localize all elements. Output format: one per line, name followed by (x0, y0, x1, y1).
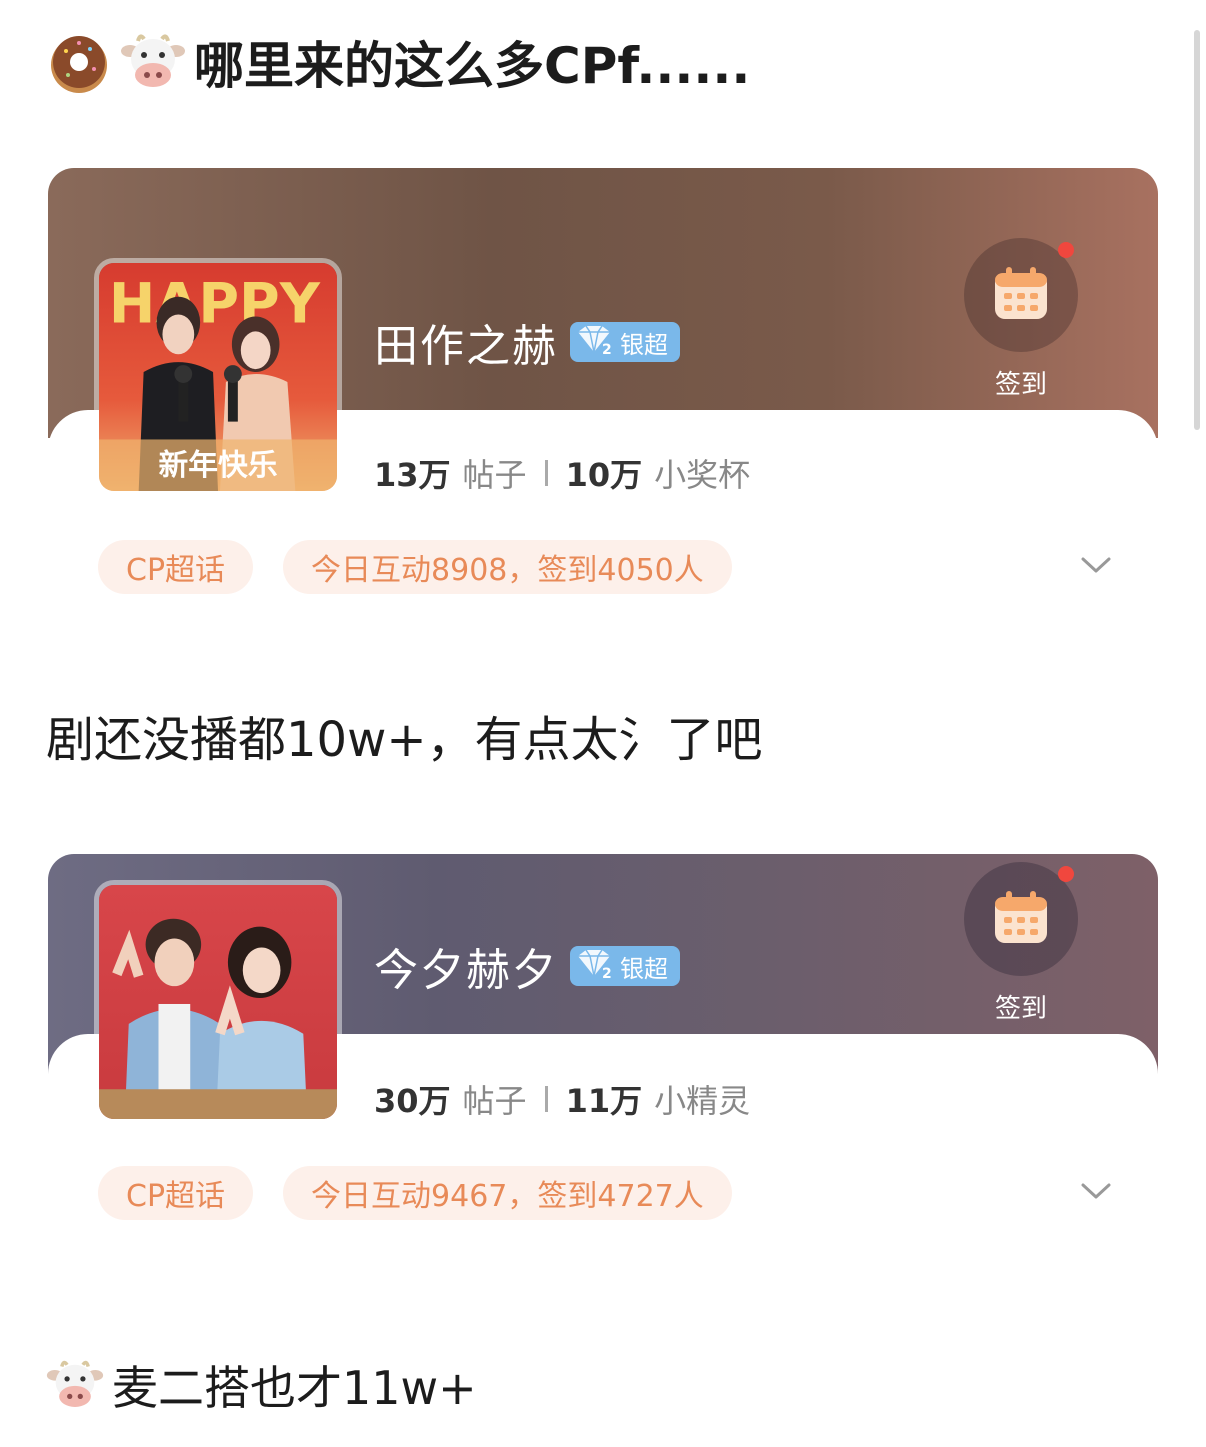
topic-title-row: 田作之赫 2 银超 (374, 310, 680, 374)
chevron-down-icon[interactable] (1080, 553, 1112, 577)
checkin-circle[interactable] (964, 238, 1078, 352)
trophy-count-label: 小奖杯 (654, 456, 751, 494)
topic-title-row: 今夕赫夕 2 银超 (374, 934, 680, 998)
sprite-count-label: 小精灵 (654, 1082, 751, 1120)
topic-stats: 30万 帖子 11万 小精灵 (374, 1076, 750, 1122)
post-count-label: 帖子 (462, 456, 527, 494)
checkin-button[interactable]: 签到 (964, 862, 1078, 1025)
level-badge[interactable]: 2 银超 (570, 322, 680, 362)
donut-emoji-icon (46, 29, 112, 95)
cp-super-topic-tag[interactable]: CP超话 (98, 540, 254, 594)
calendar-icon (992, 265, 1050, 325)
scrollbar[interactable] (1194, 30, 1200, 430)
diamond-level-2-icon: 2 (574, 948, 614, 984)
stat-divider (544, 460, 548, 486)
post-count-label: 帖子 (462, 1082, 527, 1120)
notification-dot (1058, 242, 1074, 258)
checkin-circle[interactable] (964, 862, 1078, 976)
super-topic-card-1[interactable]: HAPPY 新年快乐 田作之赫 2 银超 签到 13万 帖子 10万 小奖杯 C… (48, 168, 1158, 614)
checkin-label: 签到 (994, 994, 1047, 1024)
notification-dot (1058, 866, 1074, 882)
svg-text:HAPPY: HAPPY (109, 271, 321, 336)
stat-divider (544, 1086, 548, 1112)
sprite-count: 11万 (565, 1082, 643, 1120)
topic-stats: 13万 帖子 10万 小奖杯 (374, 450, 750, 496)
caption-bottom-text: 麦二搭也才11w+ (112, 1361, 477, 1415)
diamond-level-2-icon: 2 (574, 324, 614, 360)
checkin-label: 签到 (994, 370, 1047, 400)
cow-face-emoji-icon (120, 29, 186, 95)
topic-title[interactable]: 今夕赫夕 (374, 934, 558, 998)
caption-bottom: 麦二搭也才11w+ (46, 1352, 477, 1418)
calendar-icon (992, 889, 1050, 949)
topic-title[interactable]: 田作之赫 (374, 310, 558, 374)
super-topic-card-2[interactable]: 今夕赫夕 2 银超 签到 30万 帖子 11万 小精灵 CP超话 今日互动946… (48, 854, 1158, 1264)
caption-top-text: 哪里来的这么多CPf...... (194, 37, 751, 95)
trophy-count: 10万 (565, 456, 643, 494)
svg-text:2: 2 (602, 342, 612, 356)
cp-super-topic-tag[interactable]: CP超话 (98, 1166, 254, 1220)
topic-tags: CP超话 今日互动8908，签到4050人 (98, 540, 762, 594)
daily-activity-tag[interactable]: 今日互动8908，签到4050人 (283, 540, 732, 594)
caption-middle: 剧还没播都10w+，有点太氵了吧 (46, 700, 763, 770)
topic-cover-image[interactable]: HAPPY 新年快乐 (94, 258, 342, 496)
chevron-down-icon[interactable] (1080, 1179, 1112, 1203)
caption-middle-text: 剧还没播都10w+，有点太氵了吧 (46, 712, 763, 768)
cover-caption: 新年快乐 (159, 448, 278, 483)
topic-cover-image[interactable] (94, 880, 342, 1124)
badge-label: 银超 (620, 330, 668, 359)
post-count: 30万 (374, 1082, 451, 1120)
daily-activity-tag[interactable]: 今日互动9467，签到4727人 (283, 1166, 732, 1220)
level-badge[interactable]: 2 银超 (570, 946, 680, 986)
post-count: 13万 (374, 456, 451, 494)
topic-tags: CP超话 今日互动9467，签到4727人 (98, 1166, 762, 1220)
cow-face-emoji-icon (46, 1356, 104, 1414)
svg-text:2: 2 (602, 966, 612, 980)
checkin-button[interactable]: 签到 (964, 238, 1078, 401)
badge-label: 银超 (620, 954, 668, 983)
caption-top: 哪里来的这么多CPf...... (46, 26, 750, 98)
